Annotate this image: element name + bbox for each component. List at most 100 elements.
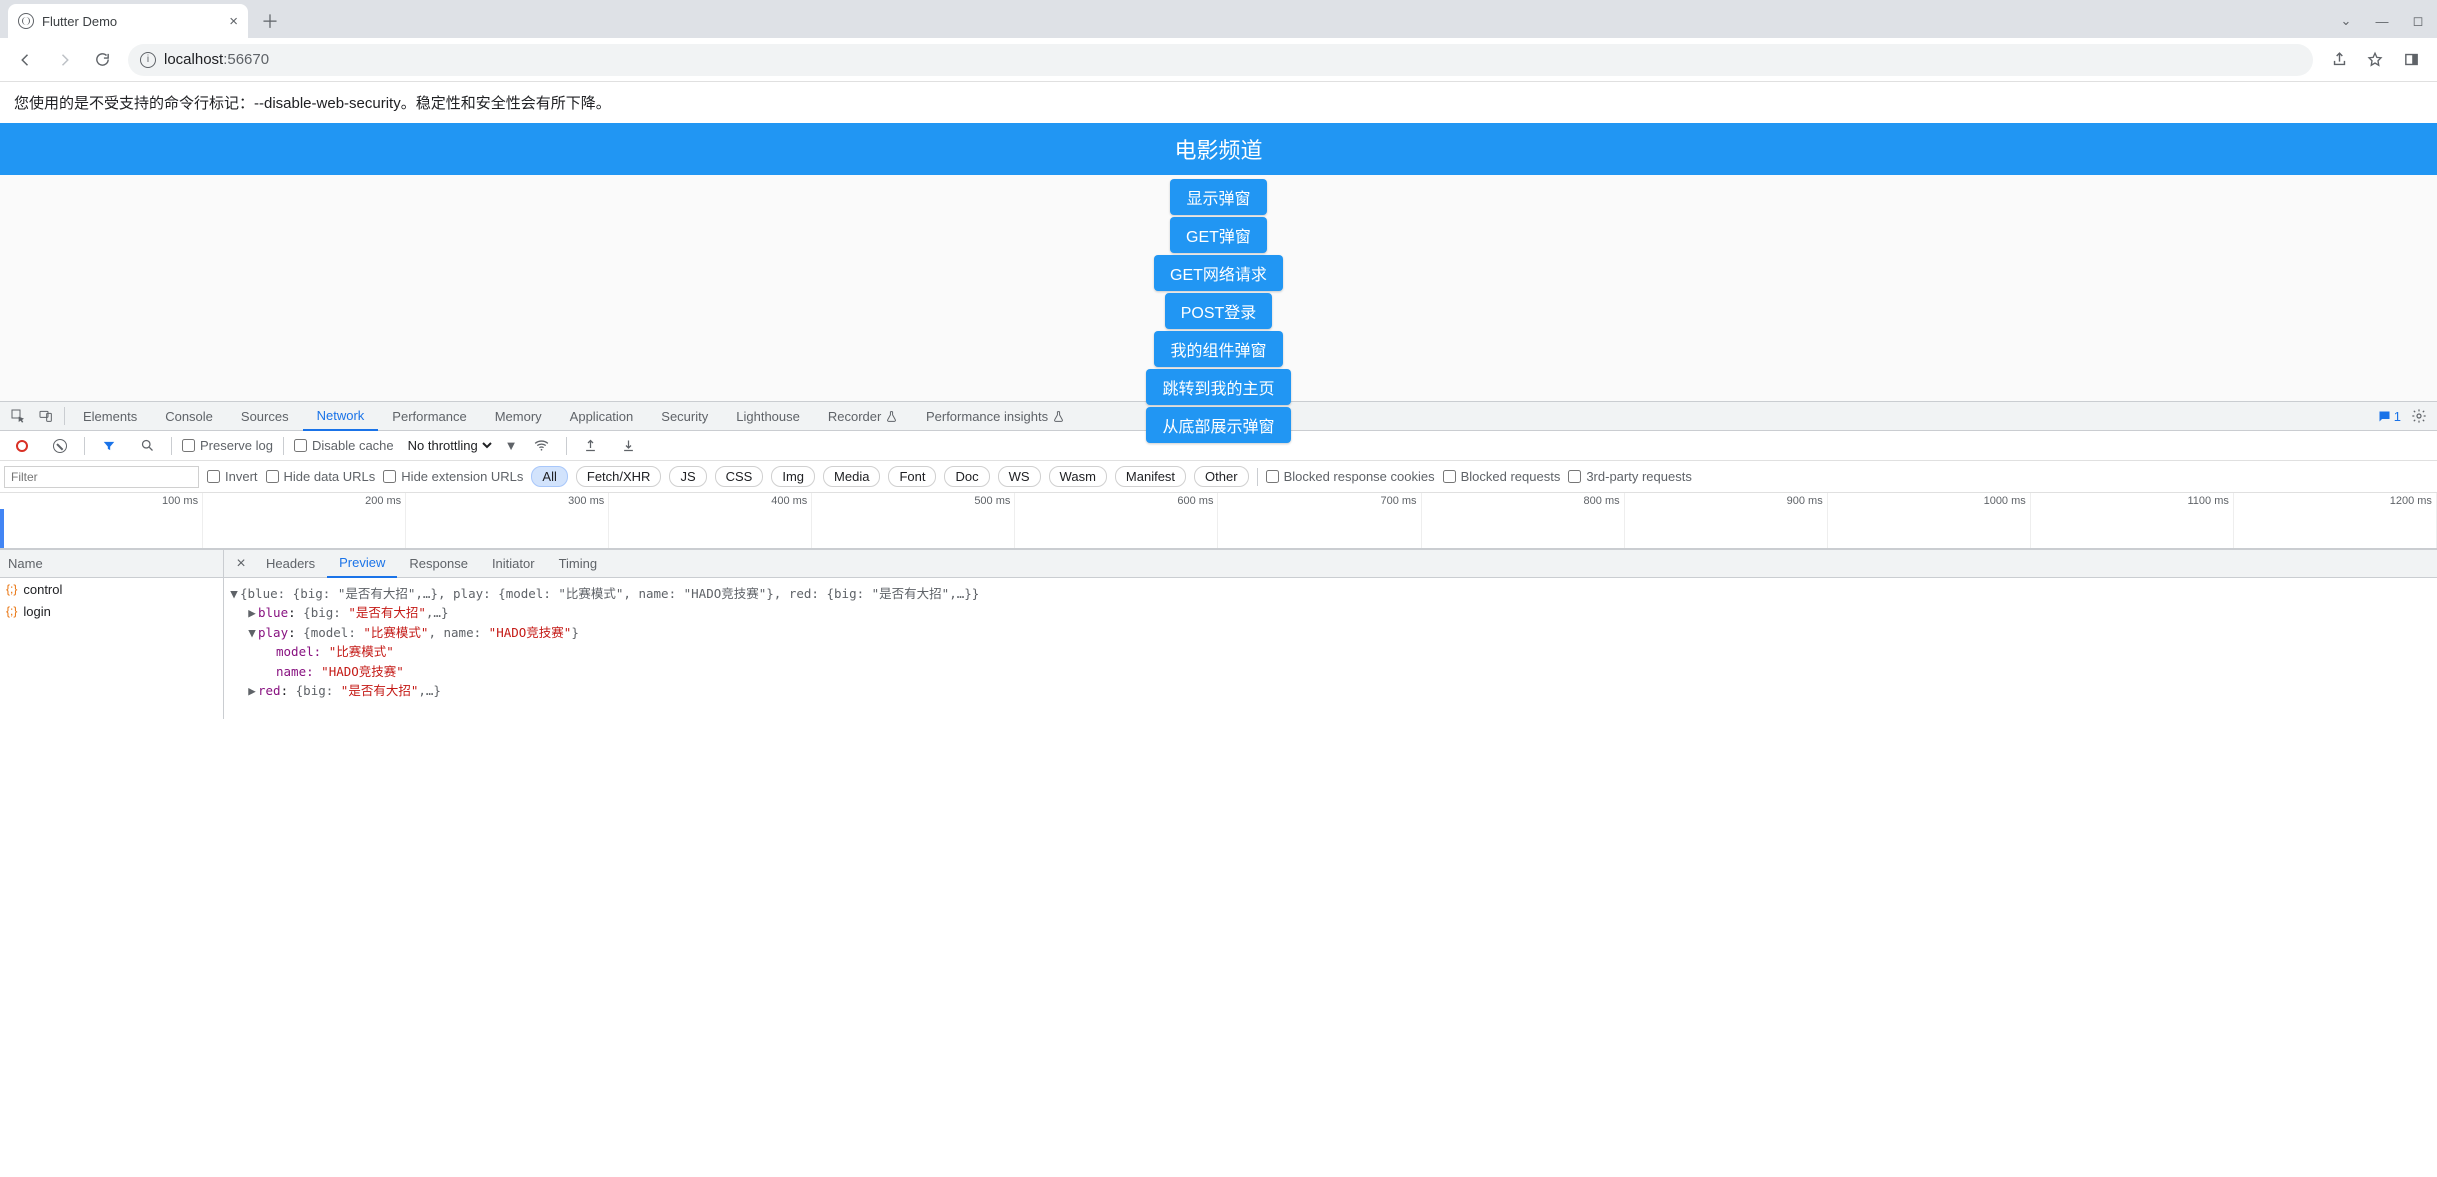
- goto-homepage-button[interactable]: 跳转到我的主页: [1146, 369, 1290, 405]
- record-button[interactable]: [8, 432, 36, 460]
- tab-title: Flutter Demo: [42, 14, 117, 29]
- detail-tab-initiator[interactable]: Initiator: [480, 550, 547, 578]
- json-preview-tree[interactable]: ▼{blue: {big: "是否有大招",…}, play: {model: …: [224, 578, 2437, 706]
- tab-elements[interactable]: Elements: [69, 401, 151, 431]
- expand-arrow-icon[interactable]: ▶: [246, 681, 258, 700]
- tab-console[interactable]: Console: [151, 401, 227, 431]
- tab-lighthouse[interactable]: Lighthouse: [722, 401, 814, 431]
- download-har-icon[interactable]: [615, 432, 643, 460]
- third-party-checkbox[interactable]: 3rd-party requests: [1568, 469, 1692, 484]
- message-icon: [2377, 409, 2392, 424]
- tab-application[interactable]: Application: [556, 401, 648, 431]
- filter-input[interactable]: [4, 466, 199, 488]
- forward-button[interactable]: [48, 44, 80, 76]
- detail-tab-timing[interactable]: Timing: [547, 550, 610, 578]
- detail-tab-response[interactable]: Response: [397, 550, 480, 578]
- chevron-down-icon[interactable]: ⌄: [2337, 13, 2355, 29]
- type-pill-manifest[interactable]: Manifest: [1115, 466, 1186, 487]
- flutter-body: 显示弹窗 GET弹窗 GET网络请求 POST登录 我的组件弹窗 跳转到我的主页…: [0, 175, 2437, 401]
- network-detail-area: Name {;} control {;} login × Headers Pre…: [0, 549, 2437, 719]
- type-pill-img[interactable]: Img: [771, 466, 815, 487]
- detail-tab-headers[interactable]: Headers: [254, 550, 327, 578]
- flask-icon: [1052, 410, 1065, 423]
- expand-arrow-icon[interactable]: ▼: [246, 623, 258, 642]
- disable-cache-checkbox[interactable]: Disable cache: [294, 438, 394, 453]
- request-row[interactable]: {;} control: [0, 578, 223, 600]
- blocked-cookies-checkbox[interactable]: Blocked response cookies: [1266, 469, 1435, 484]
- invert-checkbox[interactable]: Invert: [207, 469, 258, 484]
- network-timeline[interactable]: 100 ms 200 ms 300 ms 400 ms 500 ms 600 m…: [0, 493, 2437, 549]
- json-file-icon: {;}: [6, 604, 17, 618]
- post-login-button[interactable]: POST登录: [1165, 293, 1273, 329]
- inspect-element-icon[interactable]: [4, 402, 32, 430]
- site-info-icon[interactable]: i: [140, 52, 156, 68]
- request-list-header[interactable]: Name: [0, 550, 223, 578]
- globe-icon: [18, 13, 34, 29]
- type-pill-all[interactable]: All: [531, 466, 567, 487]
- side-panel-icon[interactable]: [2395, 44, 2427, 76]
- type-pill-ws[interactable]: WS: [998, 466, 1041, 487]
- browser-toolbar: i localhost:56670: [0, 38, 2437, 82]
- request-list: Name {;} control {;} login: [0, 550, 224, 719]
- flutter-appbar: 电影频道: [0, 123, 2437, 175]
- url-text: localhost:56670: [164, 51, 269, 68]
- tab-memory[interactable]: Memory: [481, 401, 556, 431]
- json-file-icon: {;}: [6, 582, 17, 596]
- get-request-button[interactable]: GET网络请求: [1154, 255, 1283, 291]
- type-pill-other[interactable]: Other: [1194, 466, 1249, 487]
- detail-tab-preview[interactable]: Preview: [327, 550, 397, 578]
- tab-recorder[interactable]: Recorder: [814, 401, 912, 431]
- upload-har-icon[interactable]: [577, 432, 605, 460]
- filter-toggle-icon[interactable]: [95, 432, 123, 460]
- type-pill-css[interactable]: CSS: [715, 466, 764, 487]
- throttling-select[interactable]: No throttling: [404, 437, 495, 454]
- get-dialog-button[interactable]: GET弹窗: [1170, 217, 1267, 253]
- tab-network[interactable]: Network: [303, 401, 379, 431]
- network-filter-row: Invert Hide data URLs Hide extension URL…: [0, 461, 2437, 493]
- window-controls: ⌄ — ◻: [2337, 4, 2437, 38]
- bottom-sheet-button[interactable]: 从底部展示弹窗: [1146, 407, 1290, 443]
- chevron-down-icon[interactable]: ▼: [505, 438, 518, 453]
- tab-performance[interactable]: Performance: [378, 401, 480, 431]
- type-pill-wasm[interactable]: Wasm: [1049, 466, 1107, 487]
- appbar-title: 电影频道: [1174, 133, 1262, 165]
- new-tab-button[interactable]: ＋: [256, 7, 284, 35]
- flask-icon: [885, 410, 898, 423]
- preserve-log-checkbox[interactable]: Preserve log: [182, 438, 273, 453]
- hide-data-urls-checkbox[interactable]: Hide data URLs: [266, 469, 376, 484]
- window-minimize-icon[interactable]: —: [2373, 14, 2391, 29]
- expand-arrow-icon[interactable]: ▶: [246, 603, 258, 622]
- expand-arrow-icon[interactable]: ▼: [228, 584, 240, 603]
- security-warning-bar: 您使用的是不受支持的命令行标记：--disable-web-security。稳…: [0, 82, 2437, 123]
- back-button[interactable]: [10, 44, 42, 76]
- tab-sources[interactable]: Sources: [227, 401, 303, 431]
- my-widget-dialog-button[interactable]: 我的组件弹窗: [1154, 331, 1282, 367]
- type-pill-font[interactable]: Font: [888, 466, 936, 487]
- search-icon[interactable]: [133, 432, 161, 460]
- device-toolbar-icon[interactable]: [32, 402, 60, 430]
- bookmark-star-icon[interactable]: [2359, 44, 2391, 76]
- console-message-badge[interactable]: 1: [2377, 409, 2401, 424]
- type-pill-js[interactable]: JS: [669, 466, 706, 487]
- blocked-requests-checkbox[interactable]: Blocked requests: [1443, 469, 1561, 484]
- reload-button[interactable]: [86, 44, 118, 76]
- hide-ext-urls-checkbox[interactable]: Hide extension URLs: [383, 469, 523, 484]
- wifi-icon[interactable]: [528, 432, 556, 460]
- button-stack: 显示弹窗 GET弹窗 GET网络请求 POST登录 我的组件弹窗 跳转到我的主页…: [1146, 179, 1290, 443]
- address-bar[interactable]: i localhost:56670: [128, 44, 2313, 76]
- tab-security[interactable]: Security: [647, 401, 722, 431]
- type-pill-media[interactable]: Media: [823, 466, 880, 487]
- browser-tab[interactable]: Flutter Demo ×: [8, 4, 248, 38]
- request-row[interactable]: {;} login: [0, 600, 223, 622]
- browser-tab-strip: Flutter Demo × ＋ ⌄ — ◻: [0, 0, 2437, 38]
- type-pill-doc[interactable]: Doc: [944, 466, 989, 487]
- close-icon[interactable]: ×: [229, 13, 238, 30]
- clear-button[interactable]: [46, 432, 74, 460]
- share-icon[interactable]: [2323, 44, 2355, 76]
- show-dialog-button[interactable]: 显示弹窗: [1170, 179, 1266, 215]
- tab-perf-insights[interactable]: Performance insights: [912, 401, 1079, 431]
- close-detail-icon[interactable]: ×: [228, 555, 254, 573]
- settings-gear-icon[interactable]: [2405, 402, 2433, 430]
- type-pill-fetch[interactable]: Fetch/XHR: [576, 466, 662, 487]
- window-maximize-icon[interactable]: ◻: [2409, 13, 2427, 29]
